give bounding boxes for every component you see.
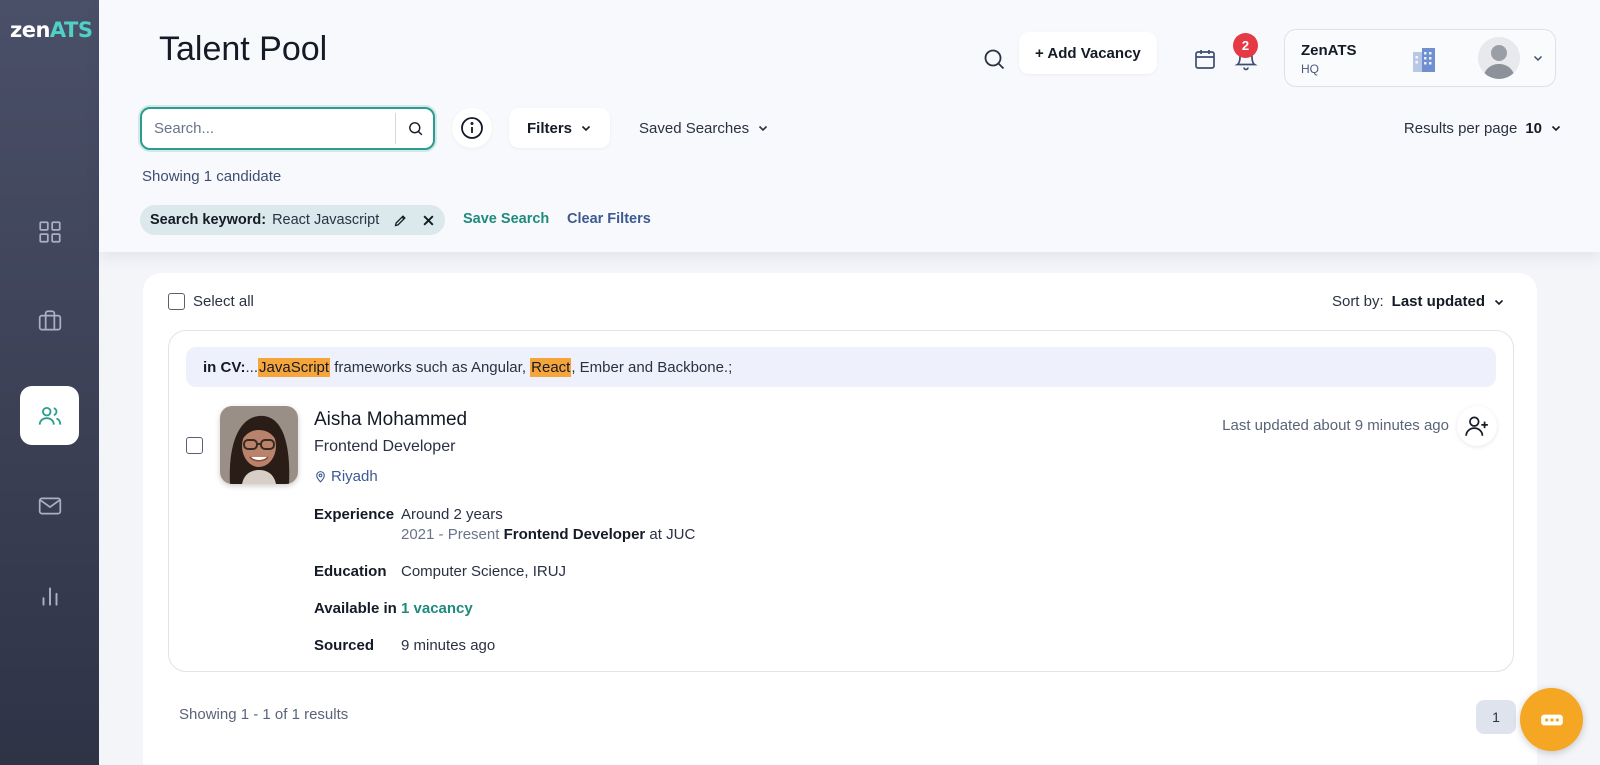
- search-icon: [409, 122, 423, 136]
- sidebar-item-reports[interactable]: [20, 566, 79, 625]
- chevron-down-icon: [759, 125, 768, 132]
- search-icon: [984, 49, 1005, 70]
- cv-ellipsis: ...: [245, 358, 259, 376]
- search-info-button[interactable]: [452, 108, 492, 148]
- calendar-icon: [1195, 50, 1215, 69]
- chevron-down-icon: [1551, 125, 1561, 132]
- sort-by-label: Sort by:: [1331, 293, 1384, 310]
- available-vacancy-link[interactable]: 1 vacancy: [401, 600, 473, 617]
- pagination-summary: Showing 1 - 1 of 1 results: [179, 706, 349, 723]
- edit-chip-button[interactable]: [393, 213, 408, 228]
- user-plus-icon: [1465, 416, 1488, 436]
- pencil-icon: [394, 214, 407, 226]
- notification-badge: 2: [1233, 33, 1258, 58]
- candidate-location: Riyadh: [314, 468, 378, 485]
- cv-text: , Ember and Backbone.;: [571, 358, 733, 376]
- global-search-button[interactable]: [977, 42, 1011, 76]
- available-label: Available in: [314, 600, 397, 617]
- highlight-keyword: React: [530, 357, 572, 377]
- save-search-link[interactable]: Save Search: [463, 211, 549, 227]
- clear-filters-link[interactable]: Clear Filters: [567, 211, 651, 227]
- users-icon: [38, 406, 61, 425]
- cv-match-snippet: in CV:... JavaScript frameworks such as A…: [186, 347, 1496, 387]
- candidate-role: Frontend Developer: [314, 438, 456, 455]
- education-value: Computer Science, IRUJ: [401, 563, 567, 580]
- results-per-page-label: Results per page: [1403, 119, 1518, 137]
- candidate-checkbox[interactable]: [186, 437, 203, 454]
- bar-chart-icon: [42, 586, 57, 606]
- chip-label: Search keyword:: [150, 212, 267, 228]
- sidebar-item-talent-pool[interactable]: [20, 386, 79, 445]
- grid-icon: [38, 220, 61, 243]
- org-subtitle: HQ: [1301, 62, 1319, 76]
- search-submit-button[interactable]: [398, 109, 433, 148]
- candidate-name[interactable]: Aisha Mohammed: [314, 409, 467, 431]
- search-field: [140, 107, 435, 150]
- experience-history: 2021 - Present Frontend Developer at JUC: [401, 526, 695, 543]
- experience-company: at JUC: [645, 526, 696, 543]
- candidate-card[interactable]: in CV:... JavaScript frameworks such as A…: [168, 330, 1514, 672]
- close-icon: [423, 214, 434, 226]
- org-switcher[interactable]: ZenATS HQ: [1284, 29, 1556, 87]
- results-per-page-value: 10: [1525, 119, 1542, 137]
- filters-button[interactable]: Filters: [509, 108, 611, 148]
- chat-fab-button[interactable]: [1520, 688, 1583, 751]
- experience-range: 2021 - Present: [401, 526, 500, 543]
- sidebar: zenATS: [0, 0, 99, 765]
- select-all-label: Select all: [193, 293, 254, 310]
- experience-value: Around 2 years: [401, 506, 503, 523]
- cv-text: frameworks such as Angular,: [330, 358, 531, 376]
- sidebar-item-vacancies[interactable]: [20, 291, 79, 350]
- experience-role: Frontend Developer: [503, 526, 646, 543]
- more-dots-icon: [1540, 714, 1563, 725]
- info-icon: [461, 117, 483, 139]
- user-avatar[interactable]: [1478, 37, 1520, 79]
- add-vacancy-button[interactable]: + Add Vacancy: [1019, 32, 1157, 74]
- chevron-down-icon: [1532, 51, 1544, 69]
- sort-by-select[interactable]: Sort by: Last updated: [1332, 293, 1505, 310]
- highlight-keyword: JavaScript: [258, 357, 331, 377]
- chevron-down-icon: [1494, 299, 1504, 305]
- sourced-label: Sourced: [314, 637, 375, 654]
- saved-searches-dropdown[interactable]: Saved Searches: [639, 108, 769, 148]
- calendar-button[interactable]: [1188, 42, 1222, 76]
- last-updated: Last updated about 9 minutes ago: [1222, 417, 1449, 434]
- education-label: Education: [314, 563, 387, 580]
- cv-prefix: in CV:: [203, 358, 246, 376]
- location-text: Riyadh: [331, 468, 378, 485]
- results-per-page-select[interactable]: Results per page 10: [1404, 108, 1562, 148]
- page-1-button[interactable]: 1: [1476, 700, 1516, 734]
- add-to-vacancy-button[interactable]: [1457, 406, 1497, 446]
- result-count: Showing 1 candidate: [142, 168, 282, 185]
- chevron-down-icon: [581, 125, 591, 132]
- page-header: Talent Pool + Add Vacancy 2 ZenATS HQ Se…: [99, 0, 1600, 252]
- sort-by-value: Last updated: [1391, 293, 1485, 310]
- select-all-checkbox[interactable]: [168, 293, 185, 310]
- page-title: Talent Pool: [159, 30, 328, 68]
- filters-label: Filters: [527, 119, 573, 137]
- candidate-photo[interactable]: [220, 406, 298, 484]
- briefcase-icon: [38, 309, 61, 331]
- mail-icon: [38, 497, 61, 514]
- building-icon: [1409, 44, 1439, 79]
- select-all[interactable]: Select all: [168, 293, 254, 310]
- org-name: ZenATS: [1301, 42, 1357, 59]
- app-logo[interactable]: zenATS: [10, 18, 93, 42]
- location-pin-icon: [316, 471, 325, 483]
- search-divider: [395, 113, 396, 144]
- search-keyword-chip: Search keyword: React Javascript: [140, 205, 446, 235]
- sidebar-item-messages[interactable]: [20, 476, 79, 535]
- sidebar-item-dashboard[interactable]: [20, 202, 79, 261]
- chip-value: React Javascript: [272, 212, 380, 228]
- sourced-value: 9 minutes ago: [401, 637, 496, 654]
- saved-searches-label: Saved Searches: [639, 119, 750, 137]
- search-input[interactable]: [154, 109, 384, 148]
- experience-label: Experience: [314, 506, 395, 523]
- remove-chip-button[interactable]: [422, 214, 435, 227]
- results-panel: Select all Sort by: Last updated in CV:.…: [143, 273, 1537, 765]
